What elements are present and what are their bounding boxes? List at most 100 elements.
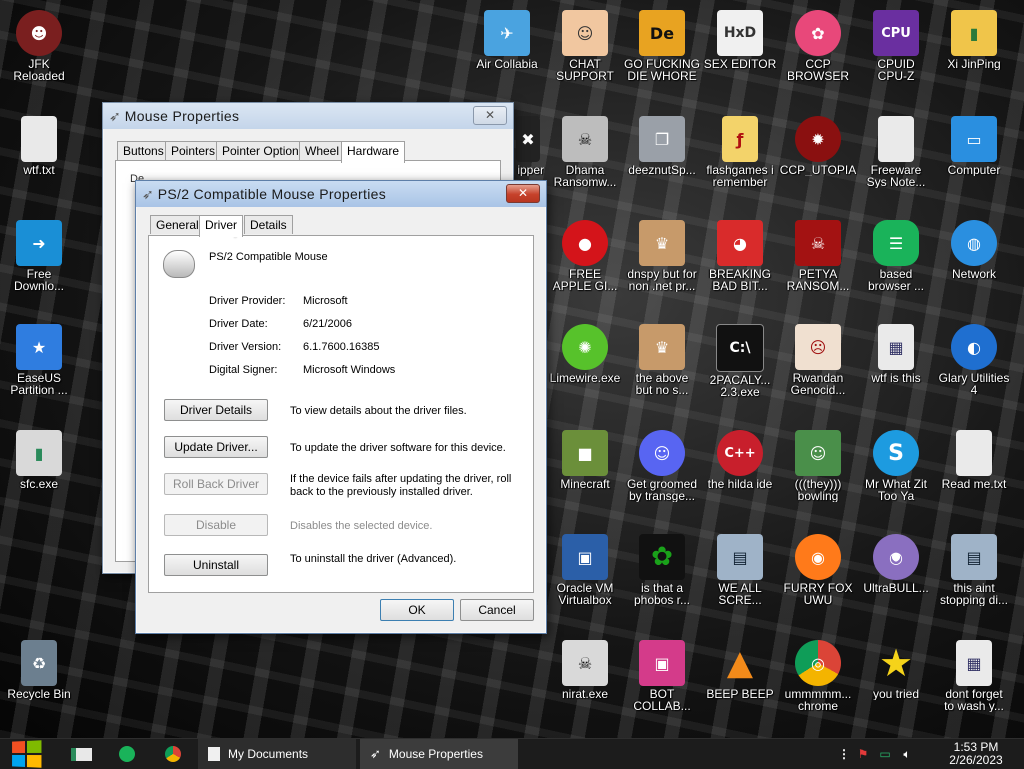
desktop-icon-ultrabull[interactable]: ◎ UltraBULL...	[857, 528, 935, 632]
volume-icon[interactable]: 🔈︎	[896, 747, 918, 762]
desktop-icon-label: JFK Reloaded	[13, 58, 65, 82]
desktop-icon-cpu-z[interactable]: CPU CPUID CPU-Z	[857, 4, 935, 108]
desktop-icon-label: wtf is this	[871, 372, 921, 384]
mouse-properties-titlebar[interactable]: ➶ Mouse Properties	[103, 103, 513, 129]
virtualbox-icon: ▣	[562, 534, 608, 580]
desktop-icon-skype[interactable]: S Mr What Zit Too Ya	[857, 424, 935, 528]
desktop-icon-you-tried[interactable]: ★ you tried	[857, 634, 935, 738]
command-prompt-icon: C:\	[716, 324, 764, 372]
desktop-icon-petya[interactable]: ☠ PETYA RANSOM...	[779, 214, 857, 318]
more-options-icon[interactable]: ⋮	[836, 747, 852, 761]
desktop-icon-chrome[interactable]: ◎ ummmmm... chrome	[779, 634, 857, 738]
desktop-icon-sfc-exe[interactable]: ▮ sfc.exe	[0, 424, 78, 528]
desktop-icon-furry-fox[interactable]: ◉ FURRY FOX UWU	[779, 528, 857, 632]
desktop-icon-label: 2PACALY... 2.3.exe	[709, 374, 771, 398]
desktop-icon-based-browser[interactable]: ☰ based browser ...	[857, 214, 935, 318]
desktop-icon-glary[interactable]: ◐ Glary Utilities 4	[935, 318, 1013, 422]
taskbar-pinned-chrome[interactable]	[160, 739, 186, 769]
desktop-icon-jfk-reloaded[interactable]: ☻ JFK Reloaded	[0, 4, 78, 108]
desktop-icon-bot-collab[interactable]: ▣ BOT COLLAB...	[623, 634, 701, 738]
tab-general[interactable]: General	[150, 215, 205, 234]
desktop-icon-breaking-bad[interactable]: ◕ BREAKING BAD BIT...	[701, 214, 779, 318]
desktop-icon-recycle-bin[interactable]: ♻ Recycle Bin	[0, 634, 78, 738]
tab-pointers[interactable]: Pointers	[165, 141, 222, 160]
desktop-icon-2pacaly[interactable]: C:\ 2PACALY... 2.3.exe	[701, 318, 779, 422]
desktop-icon-label: WE ALL SCRE...	[718, 582, 762, 606]
window-stack-icon: ❐	[639, 116, 685, 162]
network-globe-icon: ◍	[951, 220, 997, 266]
desktop-icon-xi-jinping[interactable]: ▮ Xi JinPing	[935, 4, 1013, 108]
bowling-face-icon: ☺	[795, 430, 841, 476]
desktop-icon-flashgames[interactable]: ƒ flashgames i remember	[701, 110, 779, 214]
tab-driver[interactable]: Driver	[199, 215, 243, 237]
desktop-icon-deeznut[interactable]: ❐ deeznutSp...	[623, 110, 701, 214]
ok-button[interactable]: OK	[380, 599, 454, 621]
desktop-icon-air-collabia[interactable]: ✈ Air Collabia	[468, 4, 546, 108]
desktop-icon-phobos[interactable]: ✿ is that a phobos r...	[623, 528, 701, 632]
desktop-icon-virtualbox[interactable]: ▣ Oracle VM Virtualbox	[546, 528, 624, 632]
desktop-icon-sex-editor[interactable]: HxD SEX EDITOR	[701, 4, 779, 108]
driver-dialog-titlebar[interactable]: ➶ PS/2 Compatible Mouse Properties	[136, 181, 546, 207]
desktop-icon-dhama[interactable]: ☠ Dhama Ransomw...	[546, 110, 624, 214]
taskbar-task-mouse-properties[interactable]: ➶ Mouse Properties	[360, 739, 518, 769]
tab-details[interactable]: Details	[244, 215, 293, 234]
desktop-icon-dnspy[interactable]: ♛ dnspy but for non .net pr...	[623, 214, 701, 318]
mouse-properties-close-button[interactable]: ✕	[473, 106, 507, 125]
flag-icon[interactable]: ⚑	[852, 747, 874, 761]
desktop-icon-label: Limewire.exe	[549, 372, 621, 384]
desktop-icon-they-bowling[interactable]: ☺ (((they))) bowling	[779, 424, 857, 528]
desktop-icon-wtf-txt[interactable]: wtf.txt	[0, 110, 78, 214]
tab-buttons[interactable]: Buttons	[117, 141, 170, 160]
desktop-icon-the-above[interactable]: ♛ the above but no s...	[623, 318, 701, 422]
desktop-icon-go-die[interactable]: De GO FUCKING DIE WHORE	[623, 4, 701, 108]
desktop-icon-label: Glary Utilities 4	[938, 372, 1010, 396]
desktop-icon-label: nirat.exe	[561, 688, 609, 700]
update-driver-button[interactable]: Update Driver...	[164, 436, 268, 458]
cancel-button[interactable]: Cancel	[460, 599, 534, 621]
uninstall-driver-button[interactable]: Uninstall	[164, 554, 268, 576]
taskbar-pinned-app[interactable]	[66, 739, 96, 769]
desktop-icon-label: CPUID CPU-Z	[877, 58, 915, 82]
desktop-icon-beep-beep[interactable]: ▲ BEEP BEEP	[701, 634, 779, 738]
desktop-icon-limewire[interactable]: ✺ Limewire.exe	[546, 318, 624, 422]
desktop-icon-this-aint-stopping[interactable]: ▤ this aint stopping di...	[935, 528, 1013, 632]
disable-device-button[interactable]: Disable	[164, 514, 268, 536]
desktop-icon-free-apple[interactable]: ● FREE APPLE GI...	[546, 214, 624, 318]
desktop-icon-chat-support[interactable]: ☺ CHAT SUPPORT	[546, 4, 624, 108]
desktop-icon-rwandan[interactable]: ☹ Rwandan Genocid...	[779, 318, 857, 422]
desktop-icon-label: this aint stopping di...	[939, 582, 1009, 606]
driver-details-button[interactable]: Driver Details	[164, 399, 268, 421]
desktop-icon-ccp-utopia[interactable]: ✹ CCP_UTOPIA	[779, 110, 857, 214]
desktop-icon-hilda-ide[interactable]: C++ the hilda ide	[701, 424, 779, 528]
desktop-icon-wtf-is-this[interactable]: ▦ wtf is this	[857, 318, 935, 422]
start-button[interactable]	[4, 739, 48, 769]
portrait-icon: ♛	[639, 220, 685, 266]
tab-hardware[interactable]: Hardware	[341, 141, 406, 163]
disable-device-description: Disables the selected device.	[290, 520, 433, 532]
desktop-icon-freeware-sys[interactable]: Freeware Sys Note...	[857, 110, 935, 214]
taskbar-pinned-chat[interactable]	[114, 739, 140, 769]
desktop-icon-computer[interactable]: ▭ Computer	[935, 110, 1013, 214]
screen-icon[interactable]: ▭	[874, 747, 896, 761]
desktop-icon-label: FURRY FOX UWU	[783, 582, 853, 606]
roll-back-driver-button[interactable]: Roll Back Driver	[164, 473, 268, 495]
desktop-icon-read-me[interactable]: Read me.txt	[935, 424, 1013, 528]
desktop-icon-discord[interactable]: ☺ Get groomed by transge...	[623, 424, 701, 528]
desktop-icon-easeus[interactable]: ★ EaseUS Partition ...	[0, 318, 78, 422]
desktop-icon-ccp-browser[interactable]: ✿ CCP BROWSER	[779, 4, 857, 108]
desktop-icon-minecraft[interactable]: ■ Minecraft	[546, 424, 624, 528]
desktop-icon-label: Get groomed by transge...	[626, 478, 698, 502]
driver-dialog-close-button[interactable]: ✕	[506, 184, 540, 203]
tab-wheel[interactable]: Wheel	[299, 141, 346, 160]
computer-icon: ▤	[951, 534, 997, 580]
tab-pointer-options[interactable]: Pointer Options	[216, 141, 311, 160]
desktop-icon-dont-forget[interactable]: ▦ dont forget to wash y...	[935, 634, 1013, 738]
desktop-icon-network[interactable]: ◍ Network	[935, 214, 1013, 318]
desktop-icon-we-all-scre[interactable]: ▤ WE ALL SCRE...	[701, 528, 779, 632]
taskbar-task-my-documents[interactable]: My Documents	[198, 739, 356, 769]
taskbar: My Documents ➶ Mouse Properties ⋮ ⚑ ▭ 🔈︎…	[0, 738, 1024, 769]
desktop-icon-free-download[interactable]: ➜ Free Downlo...	[0, 214, 78, 318]
clock[interactable]: 1:53 PM 2/26/2023	[932, 739, 1020, 769]
desktop-icon-nirat[interactable]: ☠ nirat.exe	[546, 634, 624, 738]
mouse-properties-title: Mouse Properties	[124, 108, 240, 124]
